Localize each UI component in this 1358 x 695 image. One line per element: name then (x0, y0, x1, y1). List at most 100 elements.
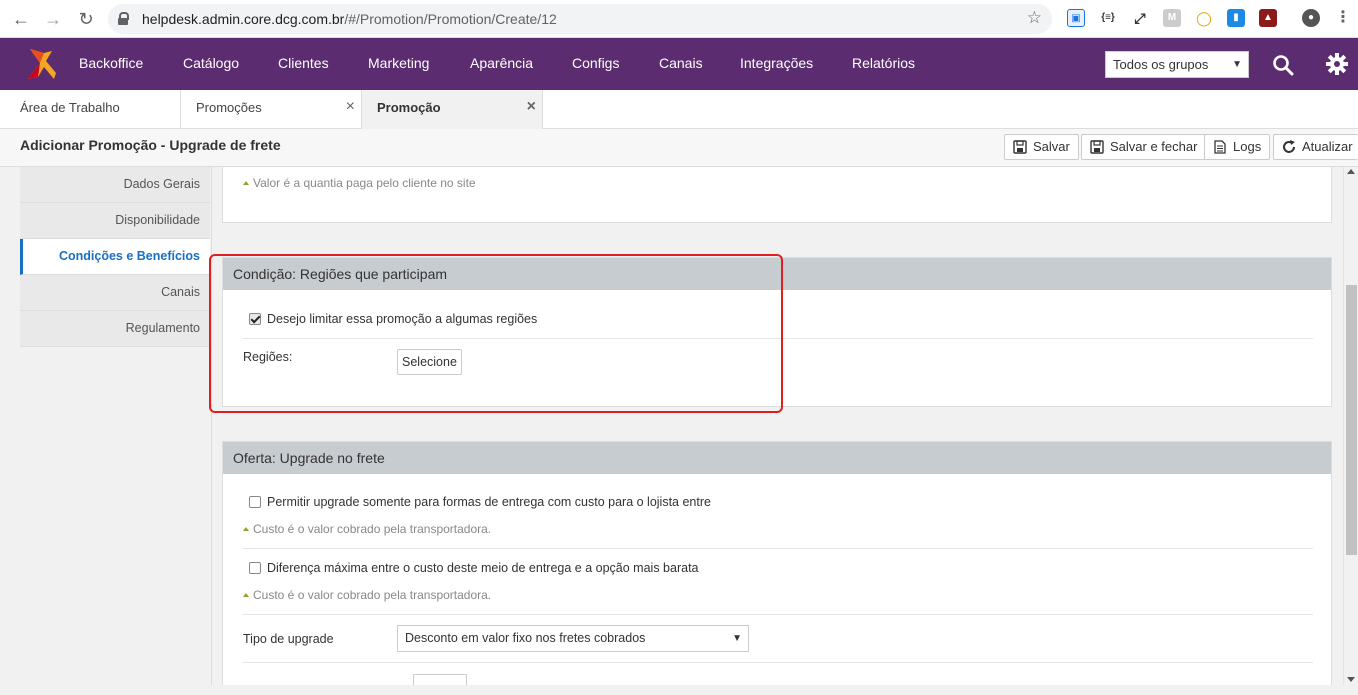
menu-integracoes[interactable]: Integrações (740, 55, 813, 71)
app-header: Backoffice Catálogo Clientes Marketing A… (0, 38, 1358, 90)
tab-label: Área de Trabalho (20, 100, 120, 115)
chevron-down-icon: ▼ (732, 633, 742, 644)
address-bar[interactable]: helpdesk.admin.core.dcg.com.br/#/Promoti… (108, 4, 1052, 34)
previous-panel: Valor é a quantia paga pelo cliente no s… (222, 167, 1332, 223)
browser-toolbar: ← → ↻ helpdesk.admin.core.dcg.com.br/#/P… (0, 0, 1358, 38)
regions-label: Regiões: (243, 350, 293, 364)
menu-relatorios[interactable]: Relatórios (852, 55, 915, 71)
close-icon[interactable]: × (346, 98, 355, 116)
reload-icon[interactable]: ↻ (74, 8, 98, 30)
back-icon[interactable]: ← (9, 8, 33, 30)
chevron-down-icon: ▼ (1232, 59, 1242, 70)
extension-chat-icon[interactable]: ▮ (1227, 9, 1245, 27)
upgrade-type-label: Tipo de upgrade (243, 632, 334, 646)
panel-title: Condição: Regiões que participam (223, 258, 1331, 290)
search-icon[interactable] (1272, 54, 1294, 76)
forward-icon[interactable]: → (41, 8, 65, 30)
main-content: Valor é a quantia paga pelo cliente no s… (211, 167, 1343, 685)
refresh-label: Atualizar (1302, 139, 1353, 154)
upgrade-type-select[interactable]: Desconto em valor fixo nos fretes cobrad… (397, 625, 749, 652)
sidebar-item-dados-gerais[interactable]: Dados Gerais (20, 167, 210, 203)
extension-tool-icon[interactable]: ⤢ (1131, 9, 1149, 27)
sidebar-item-label: Dados Gerais (123, 177, 200, 191)
sidebar-item-canais[interactable]: Canais (20, 275, 210, 311)
logo-icon (28, 49, 56, 79)
menu-canais[interactable]: Canais (659, 55, 703, 71)
menu-clientes[interactable]: Clientes (278, 55, 329, 71)
close-icon[interactable]: × (527, 98, 536, 116)
menu-aparencia[interactable]: Aparência (470, 55, 533, 71)
save-and-close-button[interactable]: Salvar e fechar (1081, 134, 1207, 160)
divider (243, 614, 1313, 615)
panel-title: Oferta: Upgrade no frete (223, 442, 1331, 474)
cost-range-checkbox-row[interactable]: Permitir upgrade somente para formas de … (249, 495, 711, 509)
divider (243, 662, 1313, 663)
tab-label: Promoções (196, 100, 262, 115)
logs-button[interactable]: Logs (1204, 134, 1271, 160)
tab-area-de-trabalho[interactable]: Área de Trabalho (0, 90, 181, 129)
sidebar-item-label: Canais (161, 285, 200, 299)
save-close-label: Salvar e fechar (1110, 139, 1198, 154)
page-title: Adicionar Promoção - Upgrade de frete (20, 137, 281, 153)
tab-promocao[interactable]: Promoção × (362, 90, 543, 130)
checkbox-label: Desejo limitar essa promoção a algumas r… (267, 312, 538, 326)
scroll-up-icon[interactable] (1347, 169, 1355, 174)
region-condition-panel: Condição: Regiões que participam Desejo … (222, 257, 1332, 407)
extension-json-icon[interactable]: {≡} (1099, 9, 1117, 27)
page-scrollbar[interactable] (1343, 167, 1358, 685)
group-select-value: Todos os grupos (1113, 57, 1209, 72)
group-select[interactable]: Todos os grupos ▼ (1105, 51, 1249, 78)
value-hint: Valor é a quantia paga pelo cliente no s… (243, 176, 476, 190)
scroll-thumb[interactable] (1346, 285, 1357, 555)
url-host: helpdesk.admin.core.dcg.com.br (142, 11, 345, 27)
limit-regions-checkbox-row[interactable]: Desejo limitar essa promoção a algumas r… (249, 312, 537, 326)
url-text: helpdesk.admin.core.dcg.com.br/#/Promoti… (142, 11, 557, 27)
extension-badge-icon[interactable]: ▲ (1259, 9, 1277, 27)
lock-icon (118, 12, 129, 25)
refresh-icon (1283, 140, 1295, 153)
sidebar-item-condicoes-e-beneficios[interactable]: Condições e Benefícios (20, 239, 210, 275)
menu-catalogo[interactable]: Catálogo (183, 55, 239, 71)
sidebar-item-label: Condições e Benefícios (58, 249, 200, 263)
save-button[interactable]: Salvar (1004, 134, 1079, 160)
url-path: /#/Promotion/Promotion/Create/12 (344, 11, 557, 27)
tab-bar: Área de Trabalho Promoções × Promoção × (0, 90, 1358, 130)
sidebar-item-disponibilidade[interactable]: Disponibilidade (20, 203, 210, 239)
page-header: Adicionar Promoção - Upgrade de frete Sa… (0, 129, 1358, 167)
bookmark-star-icon[interactable]: ☆ (1027, 8, 1042, 28)
menu-configs[interactable]: Configs (572, 55, 619, 71)
profile-avatar[interactable]: ● (1302, 9, 1320, 27)
menu-marketing[interactable]: Marketing (368, 55, 429, 71)
cost-hint: Custo é o valor cobrado pela transportad… (243, 588, 491, 602)
refresh-button[interactable]: Atualizar (1273, 134, 1358, 160)
limit-regions-checkbox[interactable] (249, 313, 261, 325)
sidebar-item-label: Regulamento (125, 321, 200, 335)
checkbox-label: Diferença máxima entre o custo deste mei… (267, 561, 699, 575)
sidebar-item-regulamento[interactable]: Regulamento (20, 311, 210, 347)
menu-backoffice[interactable]: Backoffice (79, 55, 143, 71)
divider (243, 548, 1313, 549)
max-difference-checkbox-row[interactable]: Diferença máxima entre o custo deste mei… (249, 561, 699, 575)
floppy-icon (1013, 140, 1027, 154)
scroll-down-icon[interactable] (1347, 677, 1355, 682)
document-icon (1214, 140, 1226, 154)
offer-panel: Oferta: Upgrade no frete Permitir upgrad… (222, 441, 1332, 685)
cost-hint: Custo é o valor cobrado pela transportad… (243, 522, 491, 536)
save-label: Salvar (1033, 139, 1070, 154)
value-input[interactable] (413, 674, 467, 685)
extension-m-icon[interactable]: M (1163, 9, 1181, 27)
gear-icon[interactable] (1326, 53, 1348, 75)
select-regions-button[interactable]: Selecione (397, 349, 462, 375)
extension-circle-icon[interactable]: ◯ (1195, 9, 1213, 27)
sidebar-item-label: Disponibilidade (115, 213, 200, 227)
floppy-icon (1090, 140, 1104, 154)
tab-label: Promoção (377, 100, 441, 115)
upgrade-type-value: Desconto em valor fixo nos fretes cobrad… (405, 631, 646, 645)
divider (243, 338, 1313, 339)
browser-menu-icon[interactable]: ⋮ (1334, 9, 1352, 27)
cost-range-checkbox[interactable] (249, 496, 261, 508)
checkbox-label: Permitir upgrade somente para formas de … (267, 495, 711, 509)
extension-icon[interactable]: ▣ (1067, 9, 1085, 27)
tab-promocoes[interactable]: Promoções × (181, 90, 362, 129)
max-difference-checkbox[interactable] (249, 562, 261, 574)
